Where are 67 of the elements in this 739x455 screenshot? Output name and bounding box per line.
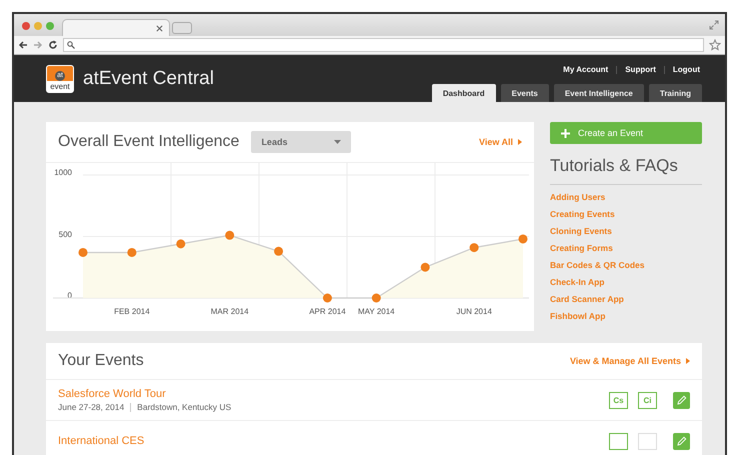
tutorial-link[interactable]: Cloning Events — [550, 225, 702, 238]
caret-icon — [334, 140, 342, 144]
address-field[interactable] — [63, 38, 704, 52]
nav-tab[interactable]: Dashboard — [432, 84, 496, 102]
data-point — [127, 248, 136, 257]
tutorial-link[interactable]: Adding Users — [550, 191, 702, 204]
event-name-link[interactable]: Salesforce World Tour — [58, 388, 232, 400]
back-icon[interactable] — [18, 40, 28, 50]
star-icon[interactable] — [709, 39, 721, 51]
metric-dropdown[interactable]: Leads — [251, 131, 352, 153]
nav-tab[interactable]: Event Intelligence — [554, 84, 644, 102]
manage-events-link[interactable]: View & Manage All Events — [570, 356, 690, 366]
pencil-icon — [676, 436, 686, 446]
view-all-link[interactable]: View All — [478, 137, 522, 147]
zoom-window-button[interactable] — [46, 22, 54, 30]
close-window-button[interactable] — [22, 22, 30, 30]
tutorial-link[interactable]: Check-In App — [550, 276, 702, 289]
tutorial-link[interactable]: Bar Codes & QR Codes — [550, 259, 702, 272]
data-point — [274, 246, 284, 256]
forward-icon[interactable] — [33, 40, 43, 50]
section-title: Tutorials & FAQs — [550, 156, 702, 185]
account-link[interactable]: Support — [625, 65, 656, 74]
app-badge-button[interactable]: Ci — [638, 392, 657, 408]
event-date: June 27-28, 2014 — [58, 402, 124, 412]
pencil-icon — [676, 395, 686, 405]
event-name-link[interactable]: International CES — [58, 435, 144, 447]
edit-button[interactable] — [673, 432, 690, 450]
app-title: atEvent Central — [83, 68, 214, 90]
data-point — [225, 230, 234, 240]
data-point — [176, 239, 186, 248]
nav-tab[interactable]: Events — [500, 84, 549, 102]
caret-icon — [686, 358, 690, 364]
axis-label: JUN 2014 — [456, 307, 492, 316]
app-badge-button[interactable] — [609, 432, 628, 450]
app-badge-button[interactable]: Cs — [609, 392, 628, 408]
card-title: Overall Event Intelligence — [58, 133, 240, 151]
axis-label: FEB 2014 — [114, 307, 150, 316]
reload-icon[interactable] — [48, 40, 58, 50]
axis-label: 1000 — [54, 168, 72, 177]
data-point — [372, 294, 381, 302]
new-tab-button[interactable] — [172, 22, 192, 34]
tutorial-link[interactable]: Creating Events — [550, 208, 702, 221]
search-icon — [67, 41, 75, 49]
axis-label: MAY 2014 — [358, 307, 395, 316]
nav-tab[interactable]: Training — [648, 84, 702, 102]
data-point — [420, 262, 430, 272]
tutorial-link[interactable]: Fishbowl App — [550, 310, 702, 323]
create-event-button[interactable]: Create an Event — [550, 122, 702, 144]
tutorial-link[interactable]: Card Scanner App — [550, 293, 702, 306]
axis-label: MAR 2014 — [210, 307, 249, 316]
data-point — [518, 234, 528, 244]
data-point — [322, 294, 332, 302]
account-link[interactable]: Logout — [672, 65, 700, 74]
data-point — [78, 248, 88, 257]
fullscreen-icon[interactable] — [709, 20, 719, 30]
minimize-window-button[interactable] — [34, 22, 42, 30]
edit-button[interactable] — [673, 392, 690, 408]
axis-label: APR 2014 — [309, 307, 346, 316]
tutorial-link[interactable]: Creating Forms — [550, 242, 702, 255]
close-icon[interactable] — [156, 24, 163, 32]
data-point — [470, 243, 479, 252]
account-link[interactable]: My Account — [563, 65, 608, 74]
event-location: Bardstown, Kentucky US — [137, 402, 232, 412]
caret-icon — [518, 139, 522, 145]
plus-icon — [561, 128, 570, 138]
card-title: Your Events — [58, 352, 144, 370]
axis-label: 500 — [58, 230, 72, 238]
